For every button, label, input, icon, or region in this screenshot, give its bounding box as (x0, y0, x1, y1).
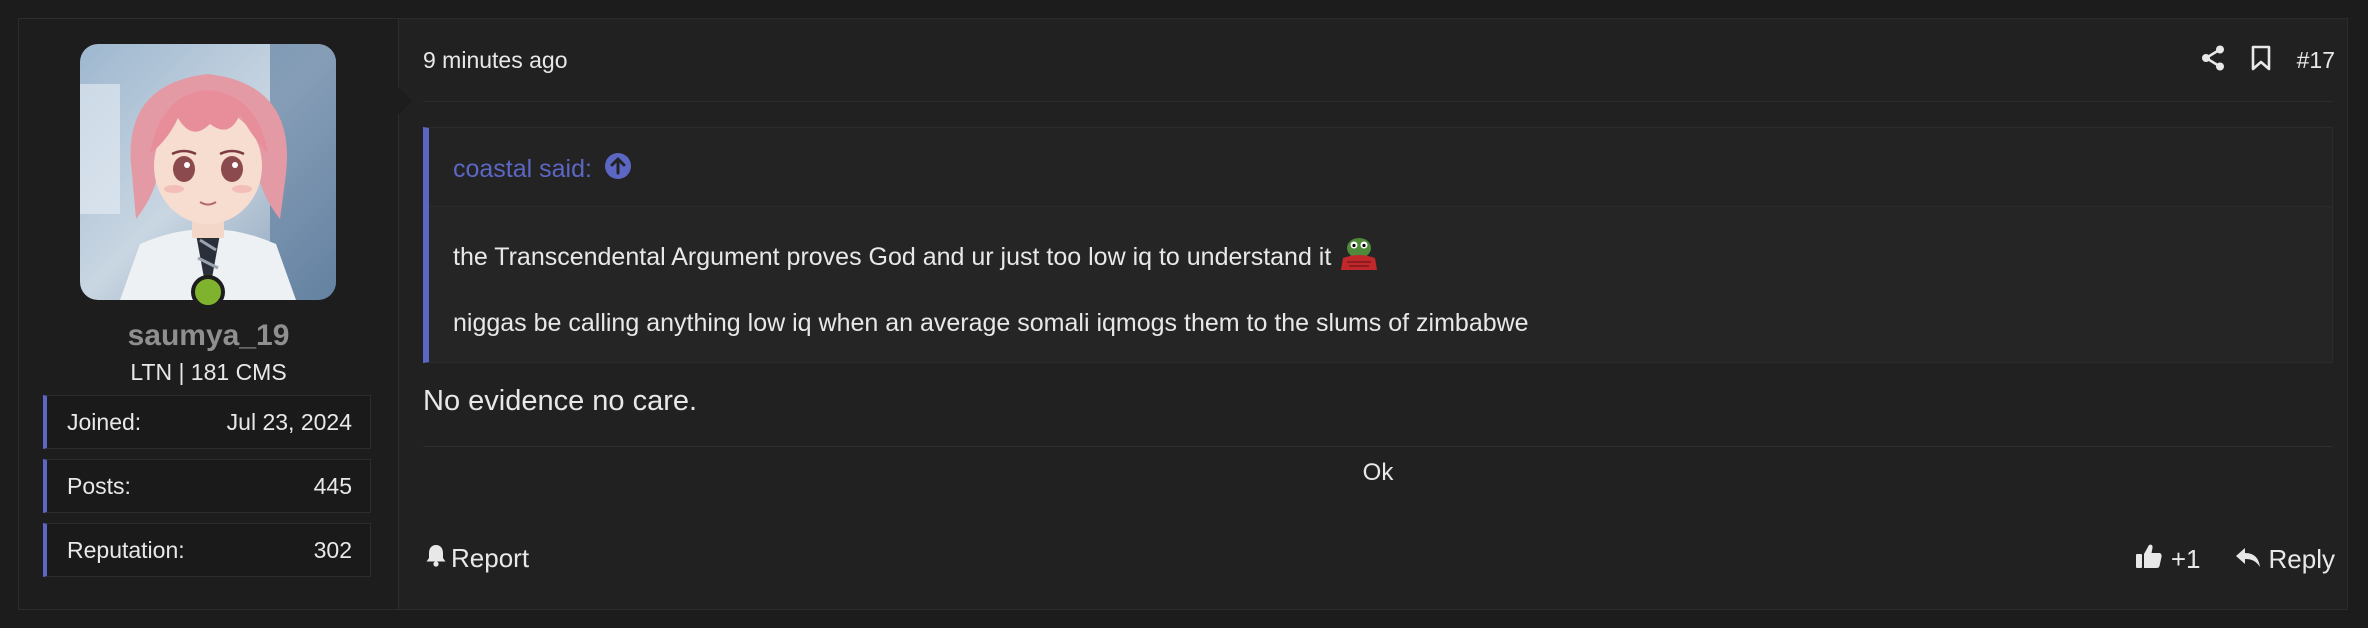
header-divider (423, 101, 2333, 102)
report-button[interactable]: Report (425, 543, 529, 574)
like-count: +1 (2170, 544, 2201, 574)
reply-button[interactable]: Reply (2235, 544, 2335, 575)
stat-value: Jul 23, 2024 (226, 409, 352, 435)
quote-block: coastal said: the Transcendental Argumen… (423, 127, 2333, 363)
quote-author: coastal said: (453, 155, 592, 183)
quote-text-line: niggas be calling anything low iq when a… (453, 309, 1529, 337)
user-avatar[interactable] (80, 44, 336, 300)
post-timestamp[interactable]: 9 minutes ago (423, 47, 567, 74)
share-icon[interactable] (2201, 45, 2225, 76)
post-main: 9 minutes ago #17 coastal said: the Tran… (399, 19, 2349, 609)
quote-text-line: the Transcendental Argument proves God a… (453, 236, 1379, 279)
post-actions: #17 (2201, 43, 2335, 77)
thumbs-up-icon (2135, 543, 2163, 576)
signature-divider (423, 446, 2333, 447)
user-signature: Ok (1362, 459, 1394, 486)
post-footer-actions: +1 Reply (2135, 543, 2335, 576)
quote-text: the Transcendental Argument proves God a… (453, 243, 1332, 271)
reply-icon (2235, 544, 2261, 575)
like-button[interactable]: +1 (2135, 543, 2201, 576)
stat-joined: Joined: Jul 23, 2024 (43, 395, 371, 449)
stat-value: 302 (313, 537, 352, 563)
quote-header: coastal said: (429, 128, 2332, 207)
reply-label: Reply (2268, 544, 2335, 574)
stat-label: Joined: (67, 409, 142, 435)
online-status-indicator (191, 275, 225, 309)
username[interactable]: saumya_19 (19, 319, 398, 353)
stat-label: Posts: (67, 473, 131, 499)
forum-post: saumya_19 LTN | 181 CMS Joined: Jul 23, … (18, 18, 2348, 610)
bell-icon (425, 543, 447, 574)
user-sidebar: saumya_19 LTN | 181 CMS Joined: Jul 23, … (19, 19, 399, 609)
bookmark-icon[interactable] (2251, 45, 2271, 76)
post-body: No evidence no care. (423, 385, 698, 417)
arrow-up-circle-icon[interactable] (604, 152, 632, 187)
user-title: LTN | 181 CMS (130, 359, 287, 385)
pepe-emoji (1339, 236, 1379, 279)
stat-label: Reputation: (67, 537, 185, 563)
stat-posts: Posts: 445 (43, 459, 371, 513)
post-number-link[interactable]: #17 (2297, 47, 2335, 74)
quote-author-link[interactable]: coastal said: (453, 152, 632, 187)
stat-reputation: Reputation: 302 (43, 523, 371, 577)
stat-value[interactable]: 445 (314, 473, 352, 500)
report-label: Report (451, 543, 530, 573)
